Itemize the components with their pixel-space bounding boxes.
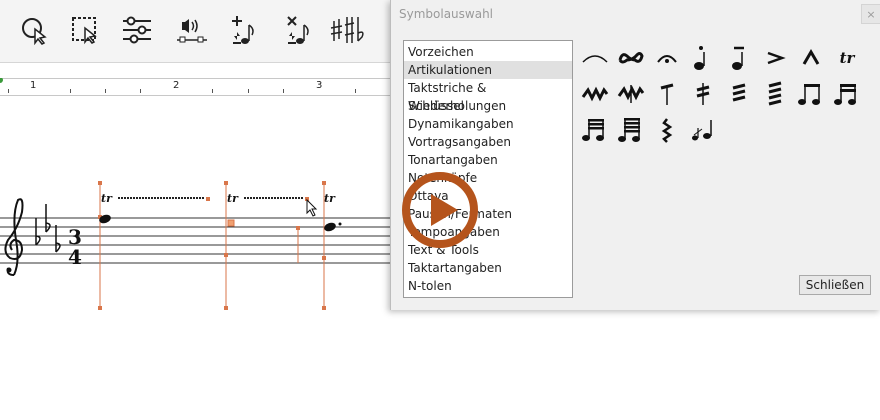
symbol-grid: tr (573, 40, 873, 160)
category-item[interactable]: N-tolen (404, 277, 572, 295)
playback-sound-icon[interactable] (170, 8, 214, 52)
trill-label: tr (101, 192, 113, 205)
dialog-title: Symbolauswahl (399, 7, 494, 21)
category-item[interactable]: Vorzeichen (404, 43, 572, 61)
grace-note-icon[interactable] (687, 114, 719, 146)
delete-note-icon[interactable] (275, 8, 319, 52)
accent-icon[interactable] (759, 42, 791, 74)
add-note-icon[interactable] (220, 8, 264, 52)
beamed-sixty-fourths-icon[interactable] (615, 114, 647, 146)
marquee-select-icon[interactable] (63, 8, 107, 52)
staccato-icon[interactable] (687, 42, 719, 74)
notes[interactable] (98, 213, 342, 233)
category-item[interactable]: Taktstriche & Wiederholungen (404, 79, 572, 113)
ruler-mark: 3 (316, 80, 323, 91)
tremolo-4-icon[interactable] (759, 78, 791, 110)
symbol-dialog: Symbolauswahl × Vorzeichen Artikulatione… (390, 0, 880, 310)
tremolo-2-icon[interactable] (687, 78, 719, 110)
treble-clef-icon (4, 198, 24, 276)
close-icon[interactable]: × (861, 4, 880, 24)
tremolo-1-icon[interactable] (651, 78, 683, 110)
tremolo-3-icon[interactable] (723, 78, 755, 110)
mordent-icon[interactable] (579, 78, 611, 110)
turn-icon[interactable] (615, 42, 647, 74)
select-lasso-icon[interactable] (12, 8, 56, 52)
tenuto-icon[interactable] (723, 42, 755, 74)
category-item[interactable]: Schlüssel (404, 97, 572, 115)
beamed-eighths-icon[interactable] (795, 78, 827, 110)
ruler-start-marker (0, 78, 3, 83)
trill-label: tr (227, 192, 239, 205)
arpeggio-icon[interactable] (651, 114, 683, 146)
slur-icon[interactable] (579, 42, 611, 74)
inverted-mordent-icon[interactable] (615, 78, 647, 110)
mouse-cursor-icon (306, 198, 318, 217)
trill-label: tr (324, 192, 336, 205)
accidentals-icon[interactable] (325, 8, 369, 52)
measure-ruler: 1 2 3 (0, 78, 390, 96)
category-item[interactable]: Dynamikangaben (404, 115, 572, 133)
category-item[interactable]: Taktartangaben (404, 259, 572, 277)
play-video-icon[interactable] (400, 170, 480, 250)
ruler-mark: 1 (30, 80, 37, 91)
beamed-sixteenths-icon[interactable] (831, 78, 863, 110)
close-button[interactable]: Schließen (799, 275, 871, 295)
category-list[interactable]: Vorzeichen Artikulationen Taktstriche & … (403, 40, 573, 298)
time-signature-bottom: 4 (68, 245, 82, 269)
category-item-selected[interactable]: Artikulationen (404, 61, 572, 79)
beamed-thirty-seconds-icon[interactable] (579, 114, 611, 146)
trill-icon[interactable]: tr (831, 42, 863, 74)
category-item[interactable]: Vortragsangaben (404, 133, 572, 151)
ruler-mark: 2 (173, 80, 180, 91)
category-item[interactable]: Tonartangaben (404, 151, 572, 169)
mixer-sliders-icon[interactable] (115, 8, 159, 52)
score-canvas[interactable]: 3 4 tr tr tr (0, 95, 392, 420)
fermata-icon[interactable] (651, 42, 683, 74)
marcato-icon[interactable] (795, 42, 827, 74)
